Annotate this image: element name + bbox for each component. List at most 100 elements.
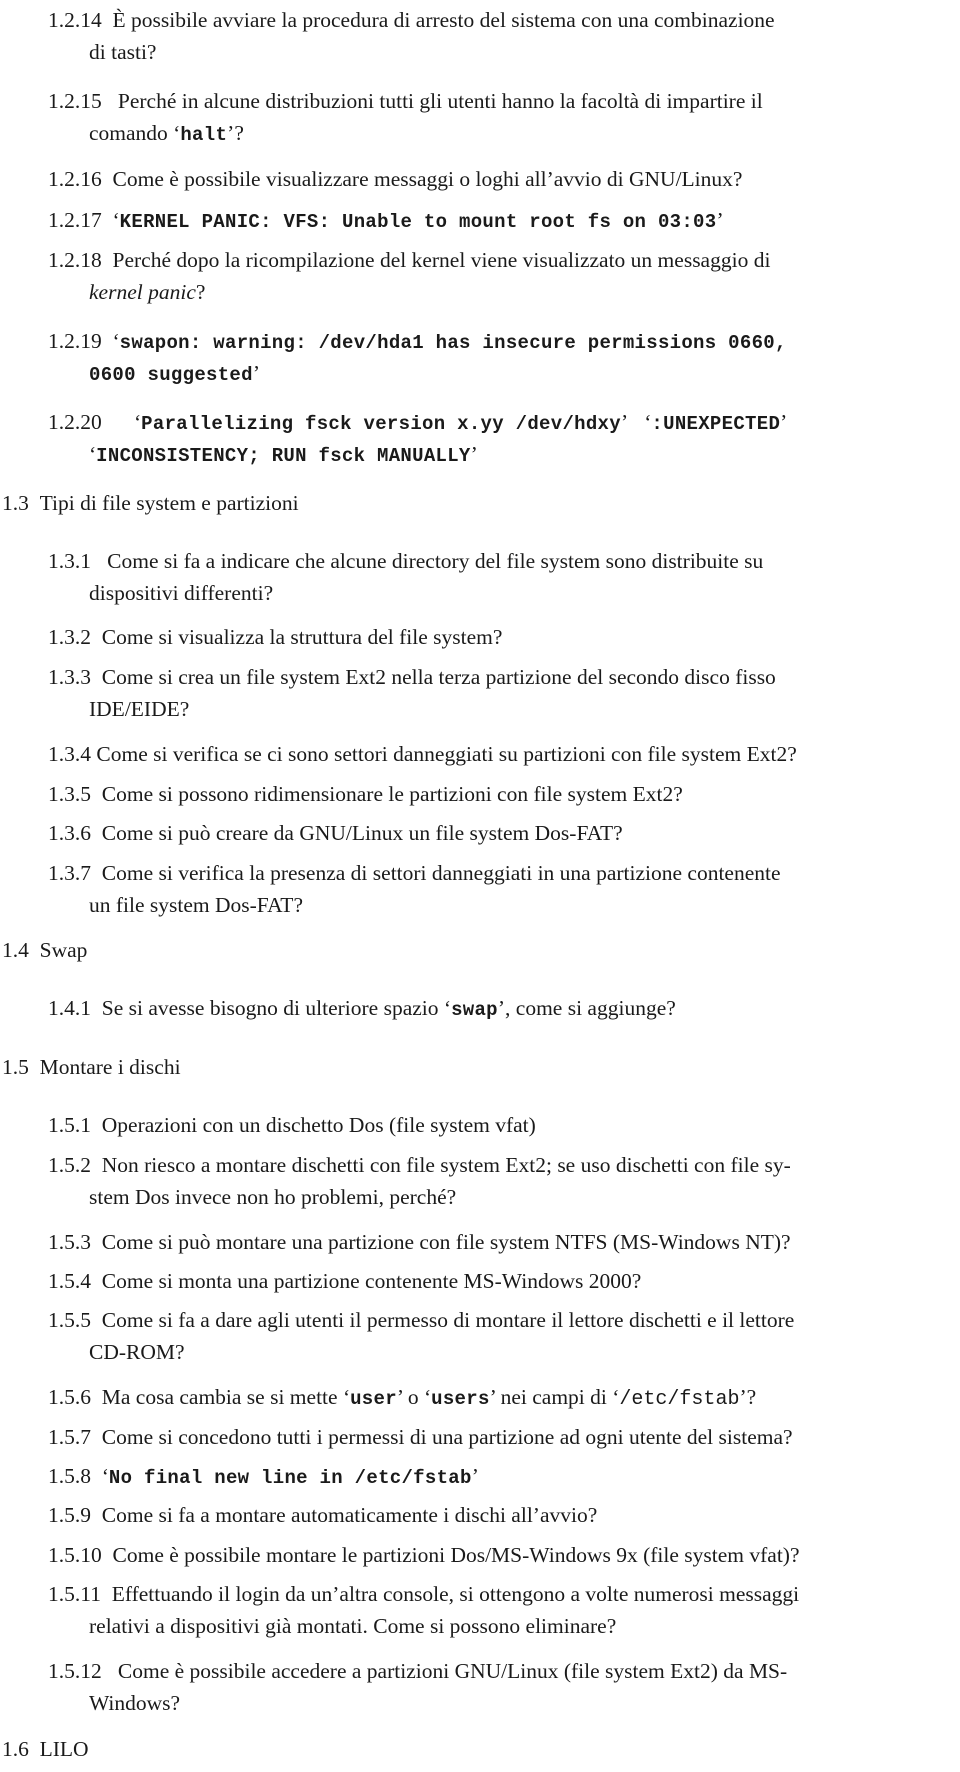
toc-entry-1-3-7[interactable]: 1.3.7 Come si verifica la presenza di se… bbox=[48, 857, 958, 917]
quote-close: ’ bbox=[620, 410, 629, 434]
entry-number: 1.3.4 bbox=[48, 742, 91, 766]
entry-number: 1.5.11 bbox=[48, 1582, 101, 1606]
entry-number: 1.5.9 bbox=[48, 1503, 91, 1527]
section-title: Swap bbox=[39, 938, 88, 962]
entry-number: 1.3.2 bbox=[48, 625, 91, 649]
entry-title: Non riesco a montare dischetti con file … bbox=[101, 1153, 791, 1177]
toc-section-1-5[interactable]: 1.5 Montare i dischi bbox=[2, 1051, 181, 1083]
toc-entry-1-2-20[interactable]: 1.2.20 ‘Parallelizing fsck version x.yy … bbox=[48, 406, 958, 467]
toc-entry-1-5-5[interactable]: 1.5.5 Come si fa a dare agli utenti il p… bbox=[48, 1304, 958, 1364]
section-title: Montare i dischi bbox=[39, 1055, 181, 1079]
entry-number: 1.2.15 bbox=[48, 89, 102, 113]
text-segment: ’? bbox=[227, 121, 244, 145]
quote-close: ’ bbox=[716, 208, 724, 232]
code-text: KERNEL PANIC: VFS: Unable to mount root … bbox=[119, 211, 717, 233]
text-segment: ’? bbox=[739, 1385, 757, 1409]
code-text: No final new line in /etc/fstab bbox=[108, 1467, 472, 1489]
entry-title-continued: ‘INCONSISTENCY; RUN fsck MANUALLY’ bbox=[89, 438, 478, 472]
text-segment: ’ o ‘ bbox=[396, 1385, 432, 1409]
toc-entry-1-5-2[interactable]: 1.5.2 Non riesco a montare dischetti con… bbox=[48, 1149, 958, 1209]
entry-title: Come si verifica se ci sono settori dann… bbox=[96, 742, 797, 766]
code-text: 0600 suggested bbox=[89, 364, 253, 386]
entry-number: 1.2.17 bbox=[48, 208, 102, 232]
code-text: users bbox=[431, 1388, 490, 1410]
entry-number: 1.2.20 bbox=[48, 410, 102, 434]
entry-number: 1.5.1 bbox=[48, 1113, 91, 1137]
entry-number: 1.5.6 bbox=[48, 1385, 91, 1409]
entry-title-continued: Windows? bbox=[89, 1691, 181, 1715]
entry-number: 1.5.2 bbox=[48, 1153, 91, 1177]
toc-entry-1-2-18[interactable]: 1.2.18 Perché dopo la ricompilazione del… bbox=[48, 244, 958, 304]
toc-entry-1-5-7[interactable]: 1.5.7 Come si concedono tutti i permessi… bbox=[48, 1421, 958, 1453]
entry-title: Come si verifica la presenza di settori … bbox=[101, 861, 781, 885]
entry-title: Come si fa a montare automaticamente i d… bbox=[101, 1503, 598, 1527]
entry-title: Come è possibile montare le partizioni D… bbox=[112, 1543, 800, 1567]
entry-number: 1.2.16 bbox=[48, 167, 102, 191]
toc-entry-1-3-3[interactable]: 1.3.3 Come si crea un file system Ext2 n… bbox=[48, 661, 958, 721]
entry-title-continued: 0600 suggested’ bbox=[89, 357, 260, 391]
entry-title: Come si visualizza la struttura del file… bbox=[101, 625, 503, 649]
quote-open: ‘ bbox=[112, 208, 120, 232]
entry-number: 1.5.7 bbox=[48, 1425, 91, 1449]
code-text: swap bbox=[451, 999, 498, 1021]
toc-entry-1-2-14[interactable]: 1.2.14 È possibile avviare la procedura … bbox=[48, 4, 958, 64]
entry-title: Perché in alcune distribuzioni tutti gli… bbox=[117, 89, 763, 113]
entry-title-continued: kernel panic? bbox=[89, 276, 205, 308]
toc-entry-1-2-19[interactable]: 1.2.19 ‘swapon: warning: /dev/hda1 has i… bbox=[48, 325, 958, 386]
toc-entry-1-5-6[interactable]: 1.5.6 Ma cosa cambia se si mette ‘user’ … bbox=[48, 1381, 958, 1416]
quote-close: ’ bbox=[471, 1464, 479, 1488]
toc-entry-1-4-1[interactable]: 1.4.1 Se si avesse bisogno di ulteriore … bbox=[48, 992, 958, 1026]
toc-section-1-4[interactable]: 1.4 Swap bbox=[2, 934, 87, 966]
toc-entry-1-5-3[interactable]: 1.5.3 Come si può montare una partizione… bbox=[48, 1226, 958, 1258]
entry-title-continued: un file system Dos-FAT? bbox=[89, 893, 303, 917]
entry-title: Perché dopo la ricompilazione del kernel… bbox=[112, 248, 771, 272]
entry-title-continued: di tasti? bbox=[89, 40, 157, 64]
section-title: LILO bbox=[39, 1737, 89, 1761]
toc-entry-1-5-1[interactable]: 1.5.1 Operazioni con un dischetto Dos (f… bbox=[48, 1109, 958, 1141]
entry-title: Come si monta una partizione contenente … bbox=[101, 1269, 642, 1293]
toc-entry-1-5-10[interactable]: 1.5.10 Come è possibile montare le parti… bbox=[48, 1539, 958, 1571]
toc-entry-1-2-15[interactable]: 1.2.15 Perché in alcune distribuzioni tu… bbox=[48, 85, 958, 146]
entry-title: Come si concedono tutti i permessi di un… bbox=[101, 1425, 793, 1449]
section-title: Tipi di file system e partizioni bbox=[39, 491, 299, 515]
text-segment: Se si avesse bisogno di ulteriore spazio… bbox=[101, 996, 452, 1020]
entry-title: Operazioni con un dischetto Dos (file sy… bbox=[101, 1113, 536, 1137]
text-segment: ’ nei campi di ‘ bbox=[489, 1385, 620, 1409]
italic-text: kernel panic bbox=[89, 280, 196, 304]
toc-entry-1-5-9[interactable]: 1.5.9 Come si fa a montare automaticamen… bbox=[48, 1499, 958, 1531]
entry-title: È possibile avviare la procedura di arre… bbox=[112, 8, 775, 32]
entry-number: 1.2.14 bbox=[48, 8, 102, 32]
entry-number: 1.5.12 bbox=[48, 1659, 102, 1683]
entry-number: 1.3.1 bbox=[48, 549, 91, 573]
toc-entry-1-3-4[interactable]: 1.3.4 Come si verifica se ci sono settor… bbox=[48, 738, 958, 770]
quote-open: ‘ bbox=[101, 1464, 109, 1488]
toc-section-1-6[interactable]: 1.6 LILO bbox=[2, 1733, 89, 1765]
toc-entry-1-5-8[interactable]: 1.5.8 ‘No final new line in /etc/fstab’ bbox=[48, 1460, 958, 1494]
entry-title: Effettuando il login da un’altra console… bbox=[111, 1582, 800, 1606]
toc-entry-1-3-2[interactable]: 1.3.2 Come si visualizza la struttura de… bbox=[48, 621, 958, 653]
entry-title: Come si fa a dare agli utenti il permess… bbox=[101, 1308, 795, 1332]
toc-entry-1-2-16[interactable]: 1.2.16 Come è possibile visualizzare mes… bbox=[48, 163, 958, 195]
entry-number: 1.5.5 bbox=[48, 1308, 91, 1332]
toc-entry-1-5-11[interactable]: 1.5.11 Effettuando il login da un’altra … bbox=[48, 1578, 958, 1638]
entry-title-continued: IDE/EIDE? bbox=[89, 697, 190, 721]
code-text: :UNEXPECTED bbox=[651, 413, 781, 435]
code-text: swapon: warning: /dev/hda1 has insecure … bbox=[119, 332, 787, 354]
section-number: 1.6 bbox=[2, 1737, 29, 1761]
entry-number: 1.5.8 bbox=[48, 1464, 91, 1488]
quote-close: ’ bbox=[780, 410, 788, 434]
toc-entry-1-3-5[interactable]: 1.3.5 Come si possono ridimensionare le … bbox=[48, 778, 958, 810]
toc-entry-1-2-17[interactable]: 1.2.17 ‘KERNEL PANIC: VFS: Unable to mou… bbox=[48, 204, 958, 238]
toc-entry-1-5-4[interactable]: 1.5.4 Come si monta una partizione conte… bbox=[48, 1265, 958, 1297]
toc-entry-1-5-12[interactable]: 1.5.12 Come è possibile accedere a parti… bbox=[48, 1655, 958, 1715]
toc-entry-1-3-1[interactable]: 1.3.1 Come si fa a indicare che alcune d… bbox=[48, 545, 958, 605]
entry-number: 1.5.3 bbox=[48, 1230, 91, 1254]
toc-entry-1-3-6[interactable]: 1.3.6 Come si può creare da GNU/Linux un… bbox=[48, 817, 958, 849]
entry-number: 1.5.4 bbox=[48, 1269, 91, 1293]
entry-number: 1.4.1 bbox=[48, 996, 91, 1020]
toc-section-1-3[interactable]: 1.3 Tipi di file system e partizioni bbox=[2, 487, 299, 519]
text-segment: Ma cosa cambia se si mette ‘ bbox=[101, 1385, 351, 1409]
entry-number: 1.3.5 bbox=[48, 782, 91, 806]
text-segment: ’, come si aggiunge? bbox=[497, 996, 676, 1020]
entry-title-continued: dispositivi differenti? bbox=[89, 581, 274, 605]
